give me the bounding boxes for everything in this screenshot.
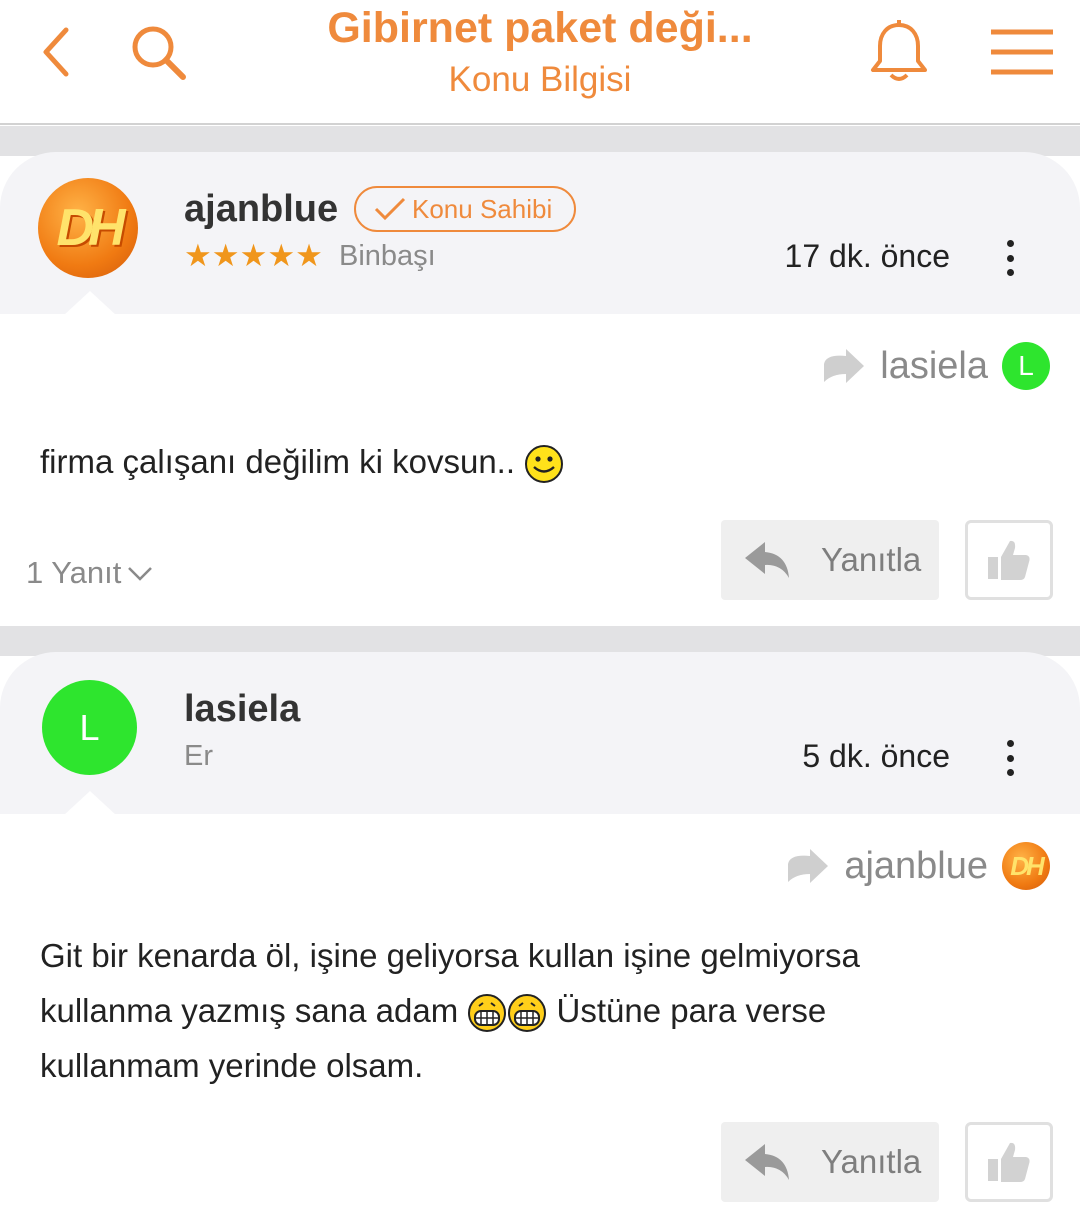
thumbs-up-icon <box>988 540 1030 580</box>
thumbs-up-icon <box>988 1142 1030 1182</box>
notifications-button[interactable] <box>866 18 932 84</box>
like-button[interactable] <box>965 1122 1053 1202</box>
reply-to-avatar: DH <box>1002 842 1050 890</box>
reply-to-name: ajanblue <box>844 844 988 887</box>
user-rank: Binbaşı <box>339 240 436 272</box>
rank-stars: ★★★★★ <box>184 238 323 273</box>
reply-to-name: lasiela <box>880 344 988 387</box>
bell-icon <box>871 20 927 81</box>
replies-toggle[interactable]: 1 Yanıt <box>26 555 153 591</box>
smile-emoji-icon <box>525 445 564 484</box>
speech-pointer <box>64 791 116 815</box>
reply-icon <box>745 542 789 578</box>
reply-to-reference[interactable]: lasiela L <box>822 342 1050 390</box>
like-button[interactable] <box>965 520 1053 600</box>
search-button[interactable] <box>126 22 190 82</box>
speech-pointer <box>64 291 116 315</box>
post-content: Git bir kenarda öl, işine geliyorsa kull… <box>40 937 860 1084</box>
check-icon <box>374 197 406 221</box>
menu-button[interactable] <box>986 22 1058 82</box>
user-rank: Er <box>184 740 213 772</box>
chevron-down-icon <box>128 567 153 581</box>
avatar[interactable]: L <box>42 680 137 775</box>
post-content: firma çalışanı değilim ki kovsun.. <box>40 434 1040 489</box>
post-header: DH ajanblue Konu Sahibi ★★★★★ Binbaşı 17… <box>0 152 1080 315</box>
menu-icon <box>991 29 1053 75</box>
top-bar: Gibirnet paket deği... Konu Bilgisi <box>0 0 1080 125</box>
more-options-icon[interactable] <box>996 238 1024 278</box>
reply-button[interactable]: Yanıtla <box>721 1122 939 1202</box>
grin-emoji-icon <box>468 994 507 1033</box>
post-time: 17 dk. önce <box>784 238 950 274</box>
avatar[interactable]: DH <box>38 178 138 278</box>
reply-to-reference[interactable]: ajanblue DH <box>786 842 1050 890</box>
reply-arrow-icon <box>788 849 829 883</box>
chevron-left-icon <box>43 27 69 77</box>
reply-icon <box>745 1144 789 1180</box>
post-time: 5 dk. önce <box>802 738 950 774</box>
back-button[interactable] <box>28 22 84 82</box>
topic-owner-badge: Konu Sahibi <box>354 186 577 232</box>
author-name[interactable]: lasiela <box>184 688 300 731</box>
reply-arrow-icon <box>824 349 865 383</box>
more-options-icon[interactable] <box>996 738 1024 778</box>
post-header: L lasiela Er 5 dk. önce <box>0 652 1080 815</box>
reply-button[interactable]: Yanıtla <box>721 520 939 600</box>
search-icon <box>132 26 186 80</box>
grin-emoji-icon <box>508 994 547 1033</box>
page-title: Gibirnet paket deği... <box>327 4 753 52</box>
author-name[interactable]: ajanblue <box>184 188 338 231</box>
page-subtitle: Konu Bilgisi <box>448 60 632 99</box>
reply-to-avatar: L <box>1002 342 1050 390</box>
